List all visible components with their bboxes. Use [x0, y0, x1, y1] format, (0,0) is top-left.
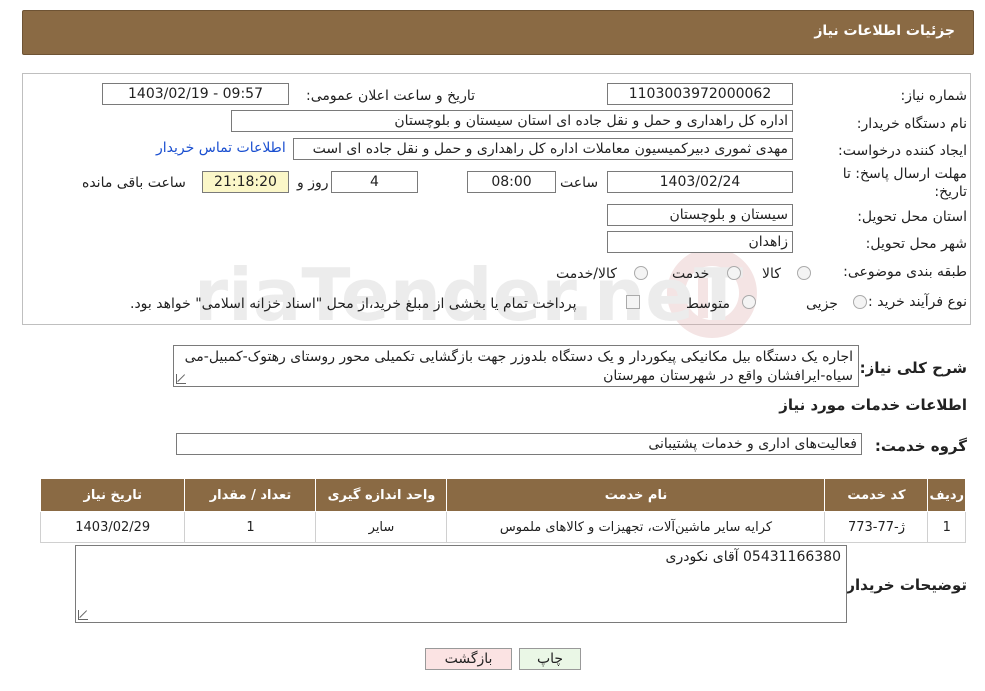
buyer-org-field: اداره کل راهداری و حمل و نقل جاده ای است… — [231, 110, 793, 132]
purchase-radio-minor[interactable] — [853, 295, 867, 309]
services-table: ردیف کد خدمت نام خدمت واحد اندازه گیری ت… — [39, 478, 966, 543]
creator-label: ایجاد کننده درخواست: — [838, 143, 967, 159]
service-group-label: گروه خدمت: — [874, 437, 967, 455]
services-section-title: اطلاعات خدمات مورد نیاز — [779, 396, 967, 414]
description-label: شرح کلی نیاز: — [859, 359, 967, 377]
buyer-notes-label: توضیحات خریدار: — [840, 576, 967, 594]
category-radio-goods[interactable] — [797, 266, 811, 280]
col-code-header: کد خدمت — [824, 478, 929, 512]
buyer-notes-field: 05431166380 آقای نکودری — [75, 545, 847, 623]
cell-row: 1 — [927, 511, 966, 543]
category-option-service: خدمت — [672, 266, 710, 282]
print-button[interactable]: چاپ — [519, 648, 581, 670]
category-option-goods: کالا — [762, 266, 781, 282]
city-field: زاهدان — [607, 231, 793, 253]
table-row: 1 ژ-77-773 کرایه سایر ماشین‌آلات، تجهیزا… — [39, 511, 966, 543]
description-text: اجاره یک دستگاه بیل مکانیکی پیکوردار و ی… — [184, 349, 853, 384]
category-option-both: کالا/خدمت — [556, 266, 617, 282]
cell-code: ژ-77-773 — [824, 511, 929, 543]
category-label: طبقه بندی موضوعی: — [843, 264, 967, 280]
remaining-time-field: 21:18:20 — [202, 171, 289, 193]
page-title: جزئیات اطلاعات نیاز — [814, 23, 955, 39]
purchase-option-minor: جزیی — [806, 296, 838, 312]
col-name-header: نام خدمت — [446, 478, 826, 512]
treasury-note: پرداخت تمام یا بخشی از مبلغ خرید،از محل … — [130, 296, 577, 312]
col-row-header: ردیف — [927, 478, 966, 512]
remaining-label: ساعت باقی مانده — [82, 175, 186, 191]
time-label: ساعت — [560, 175, 599, 191]
deadline-date-field: 1403/02/24 — [607, 171, 793, 193]
category-radio-both[interactable] — [634, 266, 648, 280]
province-field: سیستان و بلوچستان — [607, 204, 793, 226]
cell-qty: 1 — [184, 511, 317, 543]
city-label: شهر محل تحویل: — [865, 236, 967, 252]
buyer-notes-text: 05431166380 آقای نکودری — [665, 549, 841, 565]
cell-unit: سایر — [315, 511, 448, 543]
description-field: اجاره یک دستگاه بیل مکانیکی پیکوردار و ی… — [173, 345, 859, 387]
deadline-label-2: تاریخ: — [934, 184, 967, 200]
treasury-checkbox[interactable] — [626, 295, 640, 309]
announce-label: تاریخ و ساعت اعلان عمومی: — [306, 88, 475, 104]
resize-handle-icon[interactable] — [176, 374, 186, 384]
days-field: 4 — [331, 171, 418, 193]
buyer-contact-link[interactable]: اطلاعات تماس خریدار — [156, 140, 286, 156]
col-qty-header: تعداد / مقدار — [184, 478, 317, 512]
purchase-type-label: نوع فرآیند خرید : — [868, 294, 967, 310]
need-number-label: شماره نیاز: — [900, 88, 968, 104]
back-button[interactable]: بازگشت — [425, 648, 512, 670]
deadline-time-field: 08:00 — [467, 171, 556, 193]
days-label: روز و — [297, 175, 329, 191]
table-header-row: ردیف کد خدمت نام خدمت واحد اندازه گیری ت… — [39, 478, 966, 512]
province-label: استان محل تحویل: — [857, 209, 967, 225]
col-date-header: تاریخ نیاز — [39, 478, 186, 512]
category-radio-service[interactable] — [727, 266, 741, 280]
announce-field: 1403/02/19 - 09:57 — [102, 83, 289, 105]
purchase-option-medium: متوسط — [686, 296, 730, 312]
deadline-label: مهلت ارسال پاسخ: تا — [842, 166, 967, 182]
page-header: جزئیات اطلاعات نیاز — [22, 10, 974, 55]
resize-handle-icon[interactable] — [78, 610, 88, 620]
cell-name: کرایه سایر ماشین‌آلات، تجهیزات و کالاهای… — [446, 511, 826, 543]
purchase-radio-medium[interactable] — [742, 295, 756, 309]
service-group-field: فعالیت‌های اداری و خدمات پشتیبانی — [176, 433, 862, 455]
cell-date: 1403/02/29 — [39, 511, 186, 543]
buyer-org-label: نام دستگاه خریدار: — [856, 116, 967, 132]
need-number-field: 1103003972000062 — [607, 83, 793, 105]
creator-field: مهدی ثموری دبیرکمیسیون معاملات اداره کل … — [293, 138, 793, 160]
col-unit-header: واحد اندازه گیری — [315, 478, 448, 512]
